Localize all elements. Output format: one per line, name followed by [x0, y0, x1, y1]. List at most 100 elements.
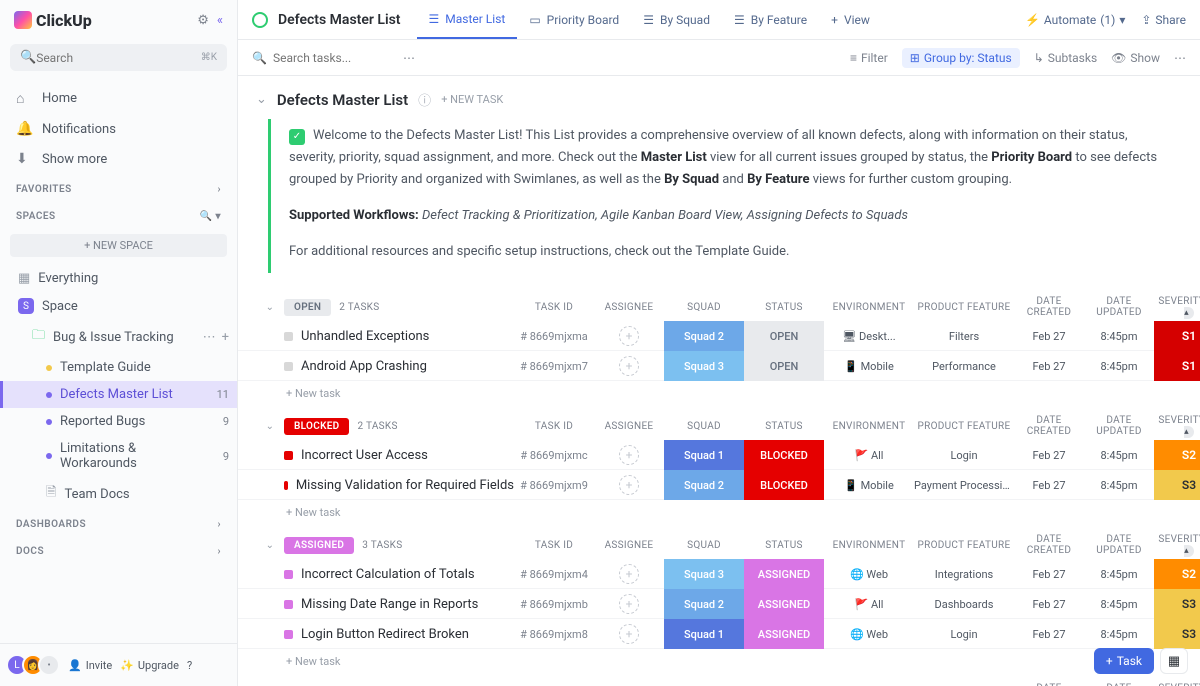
- col-squad[interactable]: SQUAD: [664, 302, 744, 313]
- new-task-row[interactable]: + New task: [238, 381, 1200, 406]
- assignee-placeholder[interactable]: +: [619, 564, 639, 584]
- status-pill[interactable]: OPEN: [284, 299, 331, 316]
- help-button[interactable]: ?: [187, 659, 192, 672]
- assignee-placeholder[interactable]: +: [619, 475, 639, 495]
- task-row[interactable]: Missing Validation for Required Fields #…: [238, 470, 1200, 500]
- task-status-icon[interactable]: [284, 570, 293, 579]
- invite-button[interactable]: 👤Invite: [68, 659, 112, 672]
- task-status-icon[interactable]: [284, 332, 293, 341]
- col-status[interactable]: STATUS: [744, 421, 824, 432]
- status-cell[interactable]: OPEN: [744, 321, 824, 351]
- environment-cell[interactable]: 📱 Mobile: [824, 360, 914, 373]
- severity-cell[interactable]: S3: [1154, 589, 1200, 619]
- squad-cell[interactable]: Squad 2: [664, 321, 744, 351]
- tree-folder-bugs[interactable]: 🗀Bug & Issue Tracking⋯+: [0, 320, 237, 354]
- squad-cell[interactable]: Squad 3: [664, 351, 744, 381]
- col-env[interactable]: ENVIRONMENT: [824, 540, 914, 551]
- section-dashboards[interactable]: DASHBOARDS›: [0, 511, 237, 538]
- task-status-icon[interactable]: [284, 481, 288, 490]
- avatar-stack[interactable]: L 👩 •: [12, 654, 60, 676]
- feature-cell[interactable]: Login: [914, 449, 1014, 462]
- search-tasks[interactable]: 🔍: [252, 51, 393, 65]
- col-severity[interactable]: SEVERITY2 ▴: [1154, 296, 1200, 318]
- more-icon[interactable]: ⋯: [203, 330, 216, 345]
- subtasks-button[interactable]: ↳Subtasks: [1034, 51, 1097, 65]
- status-cell[interactable]: ASSIGNED: [744, 619, 824, 649]
- col-updated[interactable]: DATE UPDATED: [1084, 296, 1154, 318]
- col-squad[interactable]: SQUAD: [664, 421, 744, 432]
- squad-cell[interactable]: Squad 1: [664, 619, 744, 649]
- col-taskid[interactable]: TASK ID: [514, 540, 594, 551]
- task-status-icon[interactable]: [284, 362, 293, 371]
- tree-reported-bugs[interactable]: Reported Bugs9: [0, 408, 237, 435]
- status-cell[interactable]: BLOCKED: [744, 470, 824, 500]
- col-assignee[interactable]: ASSIGNEE: [594, 540, 664, 551]
- status-circle-icon[interactable]: [252, 12, 268, 28]
- col-feature[interactable]: PRODUCT FEATURE: [914, 302, 1014, 313]
- environment-cell[interactable]: 🌐 Web: [824, 628, 914, 641]
- assignee-placeholder[interactable]: +: [619, 356, 639, 376]
- task-status-icon[interactable]: [284, 451, 293, 460]
- tab-priority-board[interactable]: ▭Priority Board: [517, 0, 631, 39]
- section-favorites[interactable]: FAVORITES›: [0, 176, 237, 203]
- col-updated[interactable]: DATE UPDATED: [1084, 534, 1154, 556]
- logo[interactable]: ClickUp: [14, 11, 92, 30]
- feature-cell[interactable]: Payment Processing: [914, 479, 1014, 492]
- col-env[interactable]: ENVIRONMENT: [824, 421, 914, 432]
- col-created[interactable]: DATE CREATED: [1014, 534, 1084, 556]
- tab-master-list[interactable]: ☰Master List: [417, 0, 518, 39]
- task-row[interactable]: Login Button Redirect Broken # 8669mjxm8…: [238, 619, 1200, 649]
- automate-button[interactable]: ⚡Automate(1)▾: [1025, 13, 1125, 27]
- status-cell[interactable]: ASSIGNED: [744, 559, 824, 589]
- col-severity[interactable]: SEVERITY2 ▴: [1154, 534, 1200, 556]
- status-pill[interactable]: ASSIGNED: [284, 537, 354, 554]
- nav-showmore[interactable]: ⬇Show more: [0, 144, 237, 174]
- col-created[interactable]: DATE CREATED: [1014, 415, 1084, 437]
- col-assignee[interactable]: ASSIGNEE: [594, 421, 664, 432]
- new-space-button[interactable]: + NEW SPACE: [10, 234, 227, 257]
- squad-cell[interactable]: Squad 3: [664, 559, 744, 589]
- col-feature[interactable]: PRODUCT FEATURE: [914, 421, 1014, 432]
- col-status[interactable]: STATUS: [744, 540, 824, 551]
- feature-cell[interactable]: Performance: [914, 360, 1014, 373]
- task-status-icon[interactable]: [284, 630, 293, 639]
- environment-cell[interactable]: 🌐 Web: [824, 568, 914, 581]
- search-tasks-input[interactable]: [273, 51, 393, 65]
- more-icon[interactable]: ⋯: [1174, 51, 1186, 65]
- assignee-placeholder[interactable]: +: [619, 594, 639, 614]
- task-row[interactable]: Missing Date Range in Reports # 8669mjxm…: [238, 589, 1200, 619]
- severity-cell[interactable]: S3: [1154, 619, 1200, 649]
- info-icon[interactable]: ⓘ: [418, 90, 431, 109]
- squad-cell[interactable]: Squad 2: [664, 589, 744, 619]
- tree-template-guide[interactable]: Template Guide: [0, 354, 237, 381]
- col-taskid[interactable]: TASK ID: [514, 302, 594, 313]
- feature-cell[interactable]: Integrations: [914, 568, 1014, 581]
- squad-cell[interactable]: Squad 1: [664, 440, 744, 470]
- task-row[interactable]: Android App Crashing # 8669mjxm7 + Squad…: [238, 351, 1200, 381]
- col-severity[interactable]: SEVERITY2 ▴: [1154, 415, 1200, 437]
- collapse-group-icon[interactable]: ⌄: [256, 421, 284, 432]
- new-task-row[interactable]: + New task: [238, 649, 1200, 674]
- nav-notifications[interactable]: 🔔Notifications: [0, 114, 237, 144]
- assignee-placeholder[interactable]: +: [619, 624, 639, 644]
- severity-cell[interactable]: S2: [1154, 559, 1200, 589]
- collapse-list-icon[interactable]: ⌄: [256, 92, 267, 107]
- tree-limitations[interactable]: Limitations & Workarounds9: [0, 435, 237, 477]
- section-docs[interactable]: DOCS›: [0, 538, 237, 565]
- show-button[interactable]: 👁Show: [1111, 51, 1160, 65]
- assignee-placeholder[interactable]: +: [619, 326, 639, 346]
- assignee-placeholder[interactable]: +: [619, 445, 639, 465]
- environment-cell[interactable]: 📱 Mobile: [824, 479, 914, 492]
- settings-icon[interactable]: ⚙: [197, 13, 209, 28]
- new-task-row[interactable]: + New task: [238, 500, 1200, 525]
- tree-everything[interactable]: ▦Everything: [0, 265, 237, 292]
- status-cell[interactable]: ASSIGNED: [744, 589, 824, 619]
- environment-cell[interactable]: 🖥 Deskt...: [824, 330, 914, 343]
- tree-space[interactable]: SSpace: [0, 292, 237, 320]
- upgrade-button[interactable]: ✨Upgrade: [120, 659, 179, 672]
- status-cell[interactable]: BLOCKED: [744, 440, 824, 470]
- severity-cell[interactable]: S1: [1154, 351, 1200, 381]
- col-env[interactable]: ENVIRONMENT: [824, 302, 914, 313]
- severity-cell[interactable]: S3: [1154, 470, 1200, 500]
- apps-fab[interactable]: ▦: [1160, 648, 1188, 674]
